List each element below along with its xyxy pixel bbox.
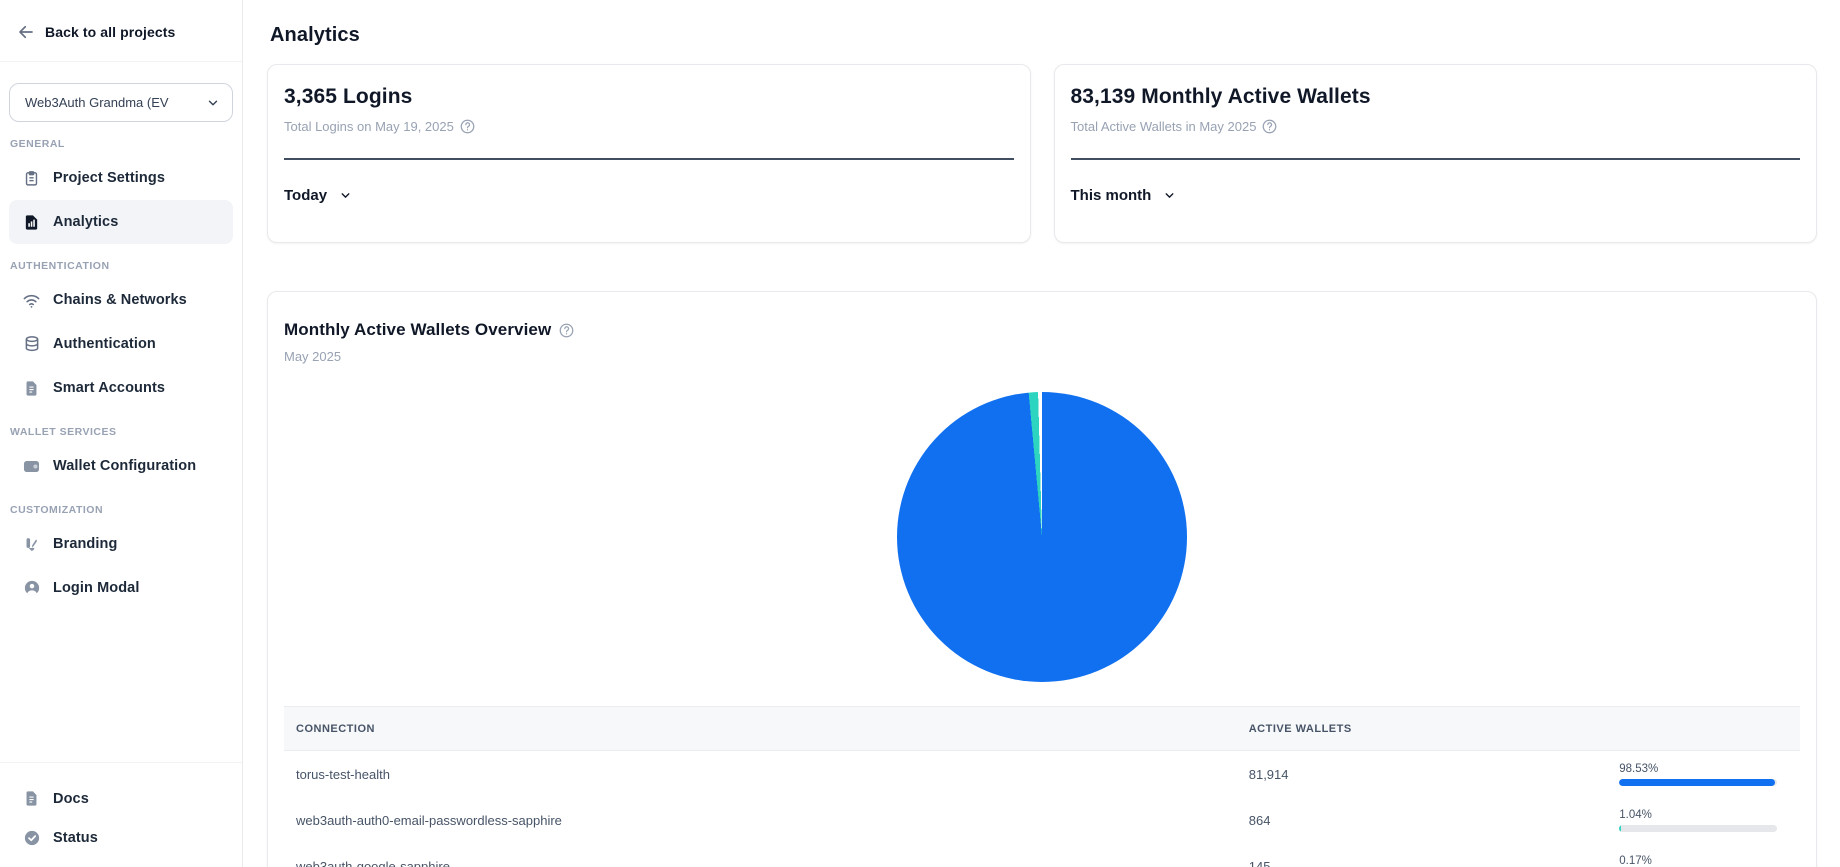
active-wallets-subtitle: Total Active Wallets in May 2025 (1071, 119, 1257, 134)
analytics-icon (22, 213, 41, 232)
chevron-down-icon (1163, 189, 1176, 202)
percent-label: 0.17% (1619, 855, 1793, 867)
section-label-authentication: AUTHENTICATION (10, 260, 242, 272)
sidebar-item-chains-networks[interactable]: Chains & Networks (9, 278, 233, 322)
percent-label: 98.53% (1619, 763, 1793, 775)
logins-value: 3,365 Logins (284, 85, 1014, 109)
section-label-wallet-services: WALLET SERVICES (10, 426, 242, 438)
connection-cell: web3auth-google-sapphire (284, 859, 1237, 867)
sidebar-item-analytics[interactable]: Analytics (9, 200, 233, 244)
docs-icon (22, 789, 41, 808)
percent-bar-fill (1619, 825, 1621, 832)
sidebar-item-wallet-configuration[interactable]: Wallet Configuration (9, 444, 233, 488)
back-link-label: Back to all projects (45, 24, 175, 40)
active-wallets-range-selector[interactable]: This month (1071, 187, 1177, 204)
table-row[interactable]: web3auth-google-sapphire 145 0.17% (284, 843, 1800, 867)
chevron-down-icon (339, 189, 352, 202)
app-root: Back to all projects Web3Auth Grandma (E… (0, 0, 1840, 867)
percent-cell: 98.53% (1619, 763, 1800, 786)
back-to-projects-link[interactable]: Back to all projects (16, 22, 175, 41)
help-icon[interactable] (460, 119, 475, 134)
wallets-overview-card: Monthly Active Wallets Overview May 2025… (267, 291, 1817, 867)
sidebar-item-project-settings[interactable]: Project Settings (9, 156, 233, 200)
help-icon[interactable] (559, 323, 574, 338)
table-body: torus-test-health 81,914 98.53% web3auth… (284, 751, 1800, 867)
wallet-icon (22, 457, 41, 476)
percent-label: 1.04% (1619, 809, 1793, 821)
connections-table: CONNECTION ACTIVE WALLETS torus-test-hea… (284, 706, 1800, 867)
card-divider (1071, 158, 1801, 160)
main-content: Analytics 3,365 Logins Total Logins on M… (243, 0, 1840, 867)
connection-cell: web3auth-auth0-email-passwordless-sapphi… (284, 813, 1237, 828)
project-selector-value: Web3Auth Grandma (EV (25, 95, 169, 110)
sidebar-item-label: Project Settings (53, 170, 165, 186)
sidebar-item-smart-accounts[interactable]: Smart Accounts (9, 366, 233, 410)
smart-accounts-icon (22, 379, 41, 398)
login-modal-icon (22, 579, 41, 598)
sidebar-item-label: Wallet Configuration (53, 458, 196, 474)
sidebar-item-label: Docs (53, 791, 89, 807)
active-wallets-cell: 864 (1237, 813, 1620, 828)
logins-stat-card: 3,365 Logins Total Logins on May 19, 202… (267, 64, 1031, 243)
arrow-left-icon (16, 22, 35, 41)
active-wallets-value: 83,139 Monthly Active Wallets (1071, 85, 1801, 109)
active-wallets-cell: 81,914 (1237, 767, 1620, 782)
percent-bar-track (1619, 825, 1777, 832)
logins-range-value: Today (284, 187, 327, 204)
column-header-connection: CONNECTION (284, 723, 1237, 735)
sidebar-item-label: Branding (53, 536, 117, 552)
active-wallets-subtitle-row: Total Active Wallets in May 2025 (1071, 119, 1801, 134)
section-label-general: GENERAL (10, 138, 242, 150)
sidebar-footer: Docs Status (0, 762, 242, 867)
sidebar-item-branding[interactable]: Branding (9, 522, 233, 566)
sidebar-item-status[interactable]: Status (9, 818, 233, 857)
active-wallets-cell: 145 (1237, 859, 1620, 867)
chart-title: Monthly Active Wallets Overview (284, 320, 551, 340)
logins-range-selector[interactable]: Today (284, 187, 352, 204)
chart-title-row: Monthly Active Wallets Overview (284, 320, 1800, 340)
chevron-down-icon (206, 96, 220, 110)
help-icon[interactable] (1262, 119, 1277, 134)
sidebar-item-label: Smart Accounts (53, 380, 165, 396)
column-header-active-wallets: ACTIVE WALLETS (1237, 723, 1620, 735)
table-header-row: CONNECTION ACTIVE WALLETS (284, 706, 1800, 751)
sidebar: Back to all projects Web3Auth Grandma (E… (0, 0, 243, 867)
active-wallets-range-value: This month (1071, 187, 1152, 204)
project-settings-icon (22, 169, 41, 188)
branding-icon (22, 535, 41, 554)
sidebar-item-label: Login Modal (53, 580, 139, 596)
percent-cell: 0.17% (1619, 855, 1800, 867)
percent-bar-track (1619, 779, 1777, 786)
status-icon (22, 828, 41, 847)
sidebar-nav: GENERAL Project Settings Analytics AUTHE… (0, 122, 242, 610)
card-divider (284, 158, 1014, 160)
project-selector[interactable]: Web3Auth Grandma (EV (9, 83, 233, 122)
table-row[interactable]: web3auth-auth0-email-passwordless-sapphi… (284, 797, 1800, 843)
connection-cell: torus-test-health (284, 767, 1237, 782)
logins-subtitle-row: Total Logins on May 19, 2025 (284, 119, 1014, 134)
sidebar-header: Back to all projects (0, 0, 242, 62)
active-wallets-pie-chart (897, 392, 1187, 682)
authentication-icon (22, 335, 41, 354)
active-wallets-stat-card: 83,139 Monthly Active Wallets Total Acti… (1054, 64, 1818, 243)
sidebar-item-login-modal[interactable]: Login Modal (9, 566, 233, 610)
chains-networks-icon (22, 291, 41, 310)
sidebar-item-label: Authentication (53, 336, 156, 352)
stat-cards-row: 3,365 Logins Total Logins on May 19, 202… (267, 64, 1817, 243)
percent-cell: 1.04% (1619, 809, 1800, 832)
sidebar-item-label: Status (53, 830, 98, 846)
logins-subtitle: Total Logins on May 19, 2025 (284, 119, 454, 134)
sidebar-item-label: Analytics (53, 214, 118, 230)
sidebar-item-docs[interactable]: Docs (9, 779, 233, 818)
chart-subtitle: May 2025 (284, 349, 1800, 364)
sidebar-item-authentication[interactable]: Authentication (9, 322, 233, 366)
percent-bar-fill (1619, 779, 1775, 786)
section-label-customization: CUSTOMIZATION (10, 504, 242, 516)
table-row[interactable]: torus-test-health 81,914 98.53% (284, 751, 1800, 797)
page-title: Analytics (270, 24, 1817, 47)
sidebar-item-label: Chains & Networks (53, 292, 187, 308)
